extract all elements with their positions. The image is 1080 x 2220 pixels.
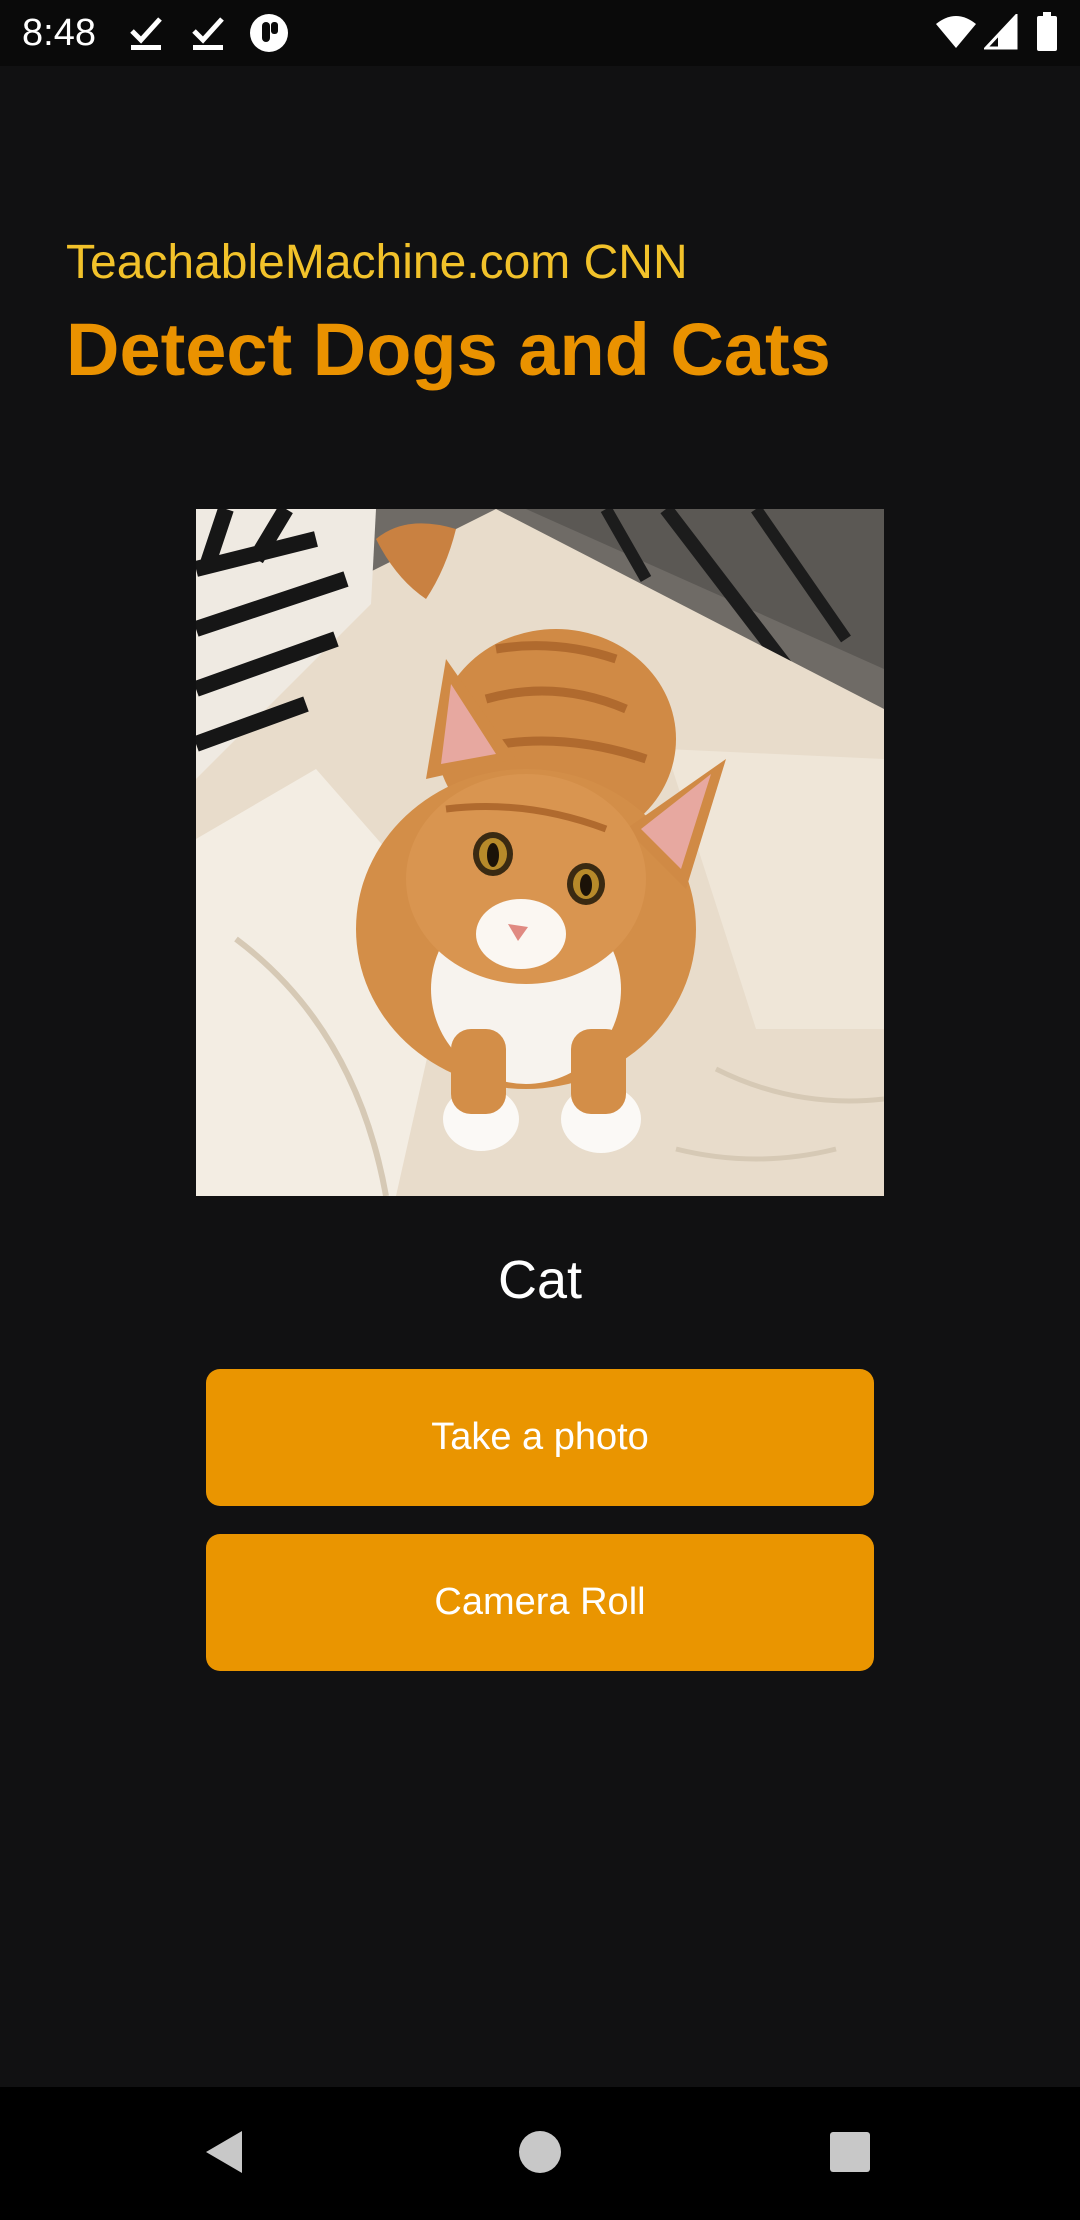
battery-icon — [1036, 12, 1058, 57]
back-icon[interactable] — [190, 2117, 260, 2187]
app-screen: 8:48 TeachableMachine.com CNN Detect Dog… — [0, 0, 1080, 2220]
download-done-icon — [128, 13, 164, 58]
signal-icon — [982, 12, 1018, 55]
home-icon[interactable] — [505, 2117, 575, 2187]
recents-icon[interactable] — [815, 2117, 885, 2187]
status-bar: 8:48 — [0, 0, 1080, 66]
page-title: Detect Dogs and Cats — [66, 308, 831, 391]
download-done-icon — [190, 13, 226, 58]
camera-roll-button[interactable]: Camera Roll — [206, 1534, 874, 1671]
cat-photo — [196, 509, 884, 1196]
take-photo-button[interactable]: Take a photo — [206, 1369, 874, 1506]
status-time: 8:48 — [22, 12, 96, 54]
app-notification-icon — [248, 12, 290, 59]
wifi-icon — [934, 14, 978, 55]
prediction-label: Cat — [497, 1250, 583, 1310]
navigation-bar — [0, 2087, 1080, 2220]
app-subtitle: TeachableMachine.com CNN — [66, 236, 688, 289]
